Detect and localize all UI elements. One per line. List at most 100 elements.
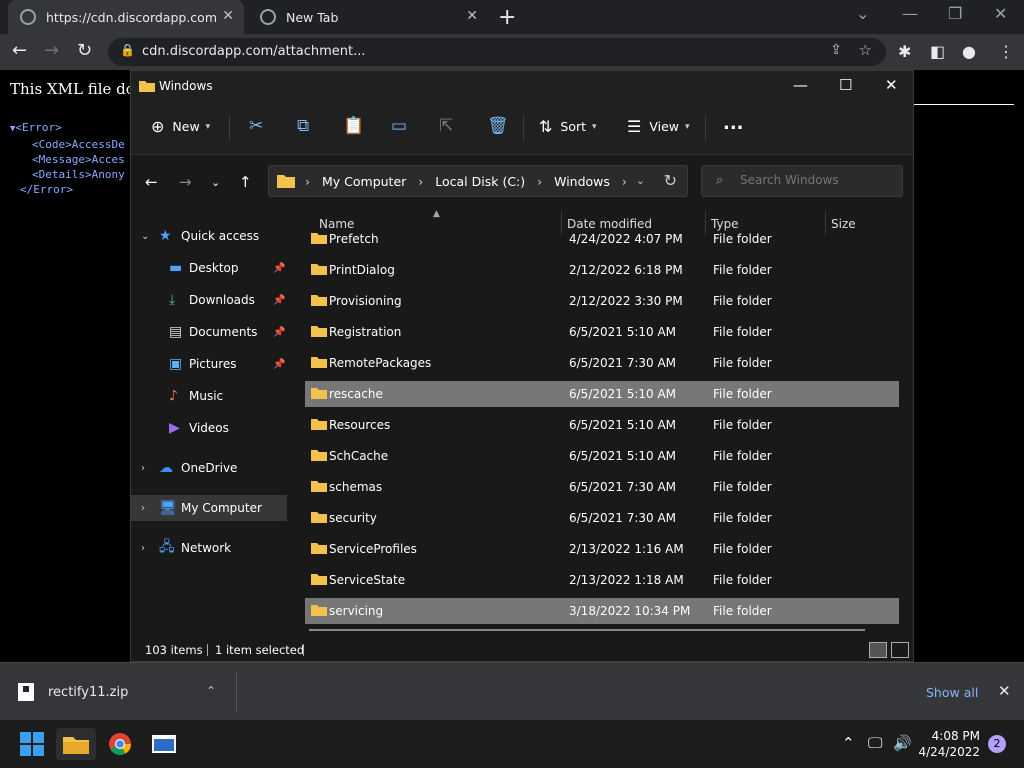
browser-toolbar: ← → ↻ 🔒 cdn.discordapp.com/attachment...… — [0, 34, 1024, 70]
file-row[interactable]: Registration 6/5/2021 5:10 AM File folder — [305, 319, 899, 345]
file-type: File folder — [713, 356, 772, 370]
file-row[interactable]: ServiceState 2/13/2022 1:18 AM File folder — [305, 567, 899, 593]
close-icon[interactable]: ✕ — [885, 76, 898, 94]
back-icon[interactable]: ← — [145, 173, 158, 191]
file-row[interactable]: servicing 3/18/2022 10:34 PM File folder — [305, 598, 899, 624]
explorer-address-bar[interactable]: › My Computer › Local Disk (C:) › Window… — [268, 165, 688, 197]
file-row[interactable]: RemotePackages 6/5/2021 7:30 AM File folde… — [305, 350, 899, 376]
download-item[interactable]: rectify11.zip — [48, 685, 128, 700]
chevron-up-icon[interactable]: ⌃ — [206, 684, 216, 698]
side-panel-icon[interactable]: ◧ — [930, 42, 945, 61]
chevron-right-icon[interactable]: › — [141, 463, 145, 474]
nav-videos[interactable]: ▶ Videos — [131, 415, 287, 441]
share-icon[interactable]: ⇱ — [439, 116, 453, 136]
file-row[interactable]: rescache 6/5/2021 5:10 AM File folder — [305, 381, 899, 407]
bookmark-star-icon[interactable]: ☆ — [859, 41, 872, 59]
clock[interactable]: 4:08 PM 4/24/2022 — [916, 728, 980, 760]
file-name: Provisioning — [329, 294, 402, 308]
menu-icon[interactable]: ⋮ — [998, 42, 1014, 61]
share-icon[interactable]: ⇪ — [830, 42, 842, 58]
address-bar[interactable]: 🔒 cdn.discordapp.com/attachment... ⇪ ☆ — [108, 38, 886, 66]
network-icon[interactable]: 🖵 — [868, 734, 882, 752]
copy-icon[interactable]: ⧉ — [297, 116, 309, 136]
pin-icon[interactable]: 📌 — [273, 295, 285, 306]
breadcrumb-my-computer[interactable]: My Computer — [322, 174, 406, 189]
extensions-icon[interactable]: ✱ — [898, 42, 911, 61]
details-view-button[interactable] — [869, 642, 887, 658]
restore-icon[interactable]: ❐ — [948, 4, 962, 23]
up-icon[interactable]: ↑ — [239, 173, 252, 191]
close-icon[interactable]: ✕ — [466, 8, 478, 24]
close-window-icon[interactable]: ✕ — [994, 4, 1007, 23]
file-row[interactable]: Prefetch 4/24/2022 4:07 PM File folder — [305, 226, 899, 252]
new-button[interactable]: ⊕ New ▾ — [151, 117, 210, 136]
nav-pictures[interactable]: ▣ Pictures 📌 — [131, 351, 287, 377]
file-row[interactable]: Provisioning 2/12/2022 3:30 PM File folder — [305, 288, 899, 314]
pin-icon[interactable]: 📌 — [273, 327, 285, 338]
horizontal-scrollbar[interactable] — [309, 629, 865, 631]
nav-label: Desktop — [189, 261, 239, 275]
chevron-right-icon[interactable]: › — [141, 543, 145, 554]
nav-documents[interactable]: ▤ Documents 📌 — [131, 319, 287, 345]
chevron-down-icon[interactable]: ⌄ — [141, 231, 149, 242]
recent-locations-icon[interactable]: ⌄ — [211, 176, 220, 189]
new-tab-button[interactable]: + — [498, 5, 516, 30]
rename-icon[interactable]: ▭ — [391, 116, 407, 136]
file-row[interactable]: PrintDialog 2/12/2022 6:18 PM File folder — [305, 257, 899, 283]
back-icon[interactable]: ← — [12, 40, 27, 61]
breadcrumb-windows[interactable]: Windows — [554, 174, 610, 189]
reload-icon[interactable]: ↻ — [77, 40, 92, 61]
file-row[interactable]: SchCache 6/5/2021 5:10 AM File folder — [305, 443, 899, 469]
file-row[interactable]: schemas 6/5/2021 7:30 AM File folder — [305, 474, 899, 500]
volume-icon[interactable]: 🔊 — [893, 734, 912, 752]
chevron-down-icon[interactable]: ⌄ — [636, 174, 645, 187]
more-options-button[interactable]: ... — [723, 113, 744, 134]
folder-icon — [311, 388, 327, 399]
nav-music[interactable]: ♪ Music — [131, 383, 287, 409]
close-icon[interactable]: ✕ — [222, 8, 234, 24]
tab-new-tab[interactable]: New Tab ✕ — [248, 0, 488, 34]
tab-search-icon[interactable]: ⌄ — [856, 4, 869, 23]
show-all-button[interactable]: Show all — [926, 685, 978, 700]
folder-icon — [311, 543, 327, 554]
nav-quick-access[interactable]: ⌄ ★ Quick access — [131, 223, 287, 249]
chrome-taskbar-button[interactable] — [100, 728, 140, 760]
close-icon[interactable]: ✕ — [998, 682, 1011, 700]
minimize-icon[interactable]: — — [902, 4, 918, 23]
file-row[interactable]: security 6/5/2021 7:30 AM File folder — [305, 505, 899, 531]
nav-my-computer[interactable]: › 🖥 My Computer — [131, 495, 287, 521]
start-button[interactable] — [12, 728, 52, 760]
refresh-icon[interactable]: ↻ — [664, 171, 677, 190]
file-row[interactable]: ServiceProfiles 2/13/2022 1:16 AM File fol… — [305, 536, 899, 562]
cut-icon[interactable]: ✂ — [249, 116, 263, 136]
search-input[interactable] — [740, 173, 890, 187]
store-taskbar-button[interactable] — [144, 728, 184, 760]
pin-icon[interactable]: 📌 — [273, 263, 285, 274]
minimize-icon[interactable]: — — [793, 76, 808, 94]
nav-network[interactable]: › 🖧 Network — [131, 535, 287, 561]
nav-desktop[interactable]: ▬ Desktop 📌 — [131, 255, 287, 281]
nav-onedrive[interactable]: › ☁ OneDrive — [131, 455, 287, 481]
nav-downloads[interactable]: ⤓ Downloads 📌 — [131, 287, 287, 313]
chevron-right-icon[interactable]: › — [141, 503, 145, 514]
breadcrumb-local-disk[interactable]: Local Disk (C:) — [435, 174, 525, 189]
delete-icon[interactable]: 🗑 — [487, 116, 509, 136]
search-box[interactable]: ⌕ — [701, 165, 903, 197]
notification-badge[interactable]: 2 — [988, 735, 1006, 753]
nav-label: Documents — [189, 325, 258, 339]
forward-icon[interactable]: → — [179, 173, 192, 191]
pin-icon[interactable]: 📌 — [273, 359, 285, 370]
profile-icon[interactable]: ● — [962, 42, 976, 61]
maximize-icon[interactable]: ☐ — [839, 76, 852, 94]
paste-icon[interactable]: 📋 — [343, 116, 364, 136]
file-explorer-taskbar-button[interactable] — [56, 728, 96, 760]
view-button[interactable]: ☰ View ▾ — [627, 117, 690, 136]
file-row[interactable]: Resources 6/5/2021 5:10 AM File folder — [305, 412, 899, 438]
forward-icon[interactable]: → — [44, 40, 59, 61]
chevron-right-icon: › — [305, 174, 310, 189]
tab-discord-attachment[interactable]: https://cdn.discordapp.com/attac ✕ — [8, 0, 244, 34]
large-icons-view-button[interactable] — [891, 642, 909, 658]
file-date: 6/5/2021 7:30 AM — [569, 480, 677, 494]
chevron-up-icon[interactable]: ⌃ — [842, 734, 855, 752]
sort-button[interactable]: ⇅ Sort ▾ — [539, 117, 597, 136]
